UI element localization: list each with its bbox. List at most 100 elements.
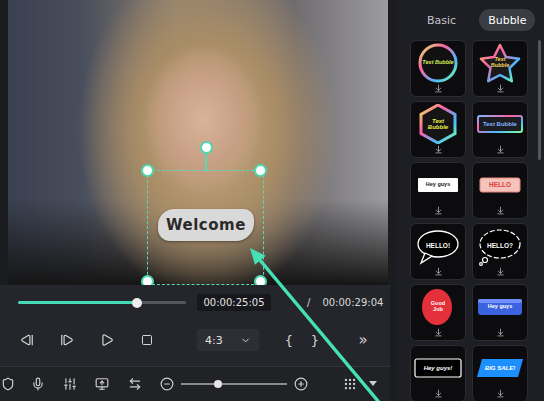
time-separator: / (307, 297, 310, 308)
grid-icon (343, 377, 357, 391)
stop-button[interactable] (138, 331, 156, 349)
video-editor: Welcome 00:00:25:05 / 00:00:29:04 4:3 {} » Basi… (0, 0, 544, 401)
shield-icon (1, 377, 15, 391)
download-icon[interactable] (434, 389, 443, 398)
rotate-handle[interactable] (200, 141, 213, 154)
zoom-in-button[interactable] (293, 376, 309, 392)
bubble-preview: Text Bubble (411, 43, 465, 83)
download-icon[interactable] (496, 84, 505, 93)
current-time: 00:00:25:05 (197, 294, 271, 311)
minus-icon (160, 377, 174, 391)
video-preview: Welcome (8, 0, 388, 285)
plus-icon (294, 377, 308, 391)
stop-icon (141, 334, 153, 346)
fit-button[interactable] (127, 376, 143, 392)
screen-button[interactable] (94, 376, 110, 392)
bubble-label: Text Bubble (425, 118, 451, 131)
next-frame-button[interactable] (58, 331, 76, 349)
download-mark (434, 145, 443, 154)
bubble-label: BIG SALE! (485, 365, 515, 371)
screen-icon (95, 377, 109, 391)
download-icon[interactable] (496, 206, 505, 215)
bubble-label: Hey guys (488, 304, 512, 310)
bubble-item[interactable]: HELLO! (410, 223, 466, 280)
chevron-down-icon (240, 335, 251, 346)
resize-handle[interactable] (141, 275, 154, 285)
resize-handle[interactable] (254, 275, 267, 285)
aspect-dropdown[interactable]: 4:3 (197, 329, 259, 351)
bubble-item[interactable]: Text Bubble (472, 40, 528, 97)
mark-in-button[interactable]: { (283, 333, 295, 348)
progress-knob[interactable] (132, 298, 142, 308)
zoom-out-button[interactable] (159, 376, 175, 392)
text-bubble[interactable]: Welcome (158, 209, 254, 241)
play-button[interactable] (98, 331, 116, 349)
arrows-horizontal-icon (128, 377, 142, 391)
download-mark (434, 267, 443, 276)
download-mark (496, 84, 505, 93)
previous-frame-button[interactable] (18, 331, 36, 349)
total-time: 00:00:29:04 (322, 297, 383, 308)
download-icon[interactable] (434, 206, 443, 215)
mixer-button[interactable] (62, 376, 78, 392)
bubble-item[interactable]: BIG SALE! (472, 345, 528, 401)
bubble-item[interactable]: Good Job (410, 284, 466, 341)
tab[interactable]: Bubble (479, 9, 535, 31)
scrollbar[interactable] (538, 40, 541, 160)
play-icon (100, 333, 114, 347)
bubble-label: Text Bubble (483, 121, 517, 127)
bubble-label: HELLO! (426, 243, 450, 250)
download-icon[interactable] (496, 267, 505, 276)
bubble-item[interactable]: Hey guys (410, 162, 466, 219)
bubble-item[interactable]: Text Bubble (472, 101, 528, 158)
bubble-preview: Hey guys (411, 165, 465, 205)
download-icon[interactable] (434, 328, 443, 337)
progress-slider[interactable] (18, 301, 186, 304)
bubble-item[interactable]: Text Bubble (410, 40, 466, 97)
progress-fill (18, 301, 137, 304)
resize-handle[interactable] (254, 164, 267, 177)
bubble-item[interactable]: Hey guys (472, 284, 528, 341)
download-mark (434, 84, 443, 93)
bubble-item[interactable]: Text Bubble (410, 101, 466, 158)
shield-button[interactable] (0, 376, 16, 392)
download-icon[interactable] (496, 389, 505, 398)
bubble-preview: Text Bubble (473, 43, 527, 83)
bubble-preview: Hey guys! (411, 348, 465, 388)
download-mark (496, 206, 505, 215)
bubble-preview: Text Bubble (411, 104, 465, 144)
bubble-label: Text Bubble (422, 60, 453, 66)
preview-frame: Welcome (0, 0, 390, 285)
bubble-item[interactable]: HELLO? (472, 223, 528, 280)
resize-handle[interactable] (141, 164, 154, 177)
zoom-slider[interactable] (181, 383, 287, 385)
download-icon[interactable] (434, 267, 443, 276)
download-mark (496, 145, 505, 154)
grid-button[interactable] (342, 376, 358, 392)
download-mark (434, 206, 443, 215)
download-icon[interactable] (434, 84, 443, 93)
tab-bar: Basic Bubble (396, 0, 544, 40)
caret-down-icon (369, 381, 377, 387)
pointer-arrow-icon (0, 0, 544, 401)
bubble-panel: Basic Bubble Text Bubble Text Bubble Text Bu… (396, 0, 544, 401)
download-icon[interactable] (434, 145, 443, 154)
download-icon[interactable] (496, 328, 505, 337)
toolbar-dropdown[interactable] (365, 376, 381, 392)
tab[interactable]: Basic (418, 9, 465, 31)
mark-out-button[interactable]: } (309, 333, 321, 348)
bubble-label: Hey guys (426, 182, 450, 188)
download-icon[interactable] (496, 145, 505, 154)
more-button[interactable]: » (357, 331, 369, 349)
bubble-preview: HELLO! (411, 226, 465, 266)
bubble-preview: Good Job (411, 287, 465, 327)
bubble-preview: Hey guys (473, 287, 527, 327)
bubble-preview: BIG SALE! (473, 348, 527, 388)
bubble-label: HELLO? (487, 243, 513, 250)
bubble-item[interactable]: Hey guys! (410, 345, 466, 401)
preview-column: Welcome 00:00:25:05 / 00:00:29:04 4:3 {} » (0, 0, 390, 401)
bottom-toolbar (0, 366, 390, 401)
microphone-button[interactable] (30, 376, 46, 392)
bubble-item[interactable]: HELLO (472, 162, 528, 219)
zoom-knob[interactable] (214, 380, 222, 388)
